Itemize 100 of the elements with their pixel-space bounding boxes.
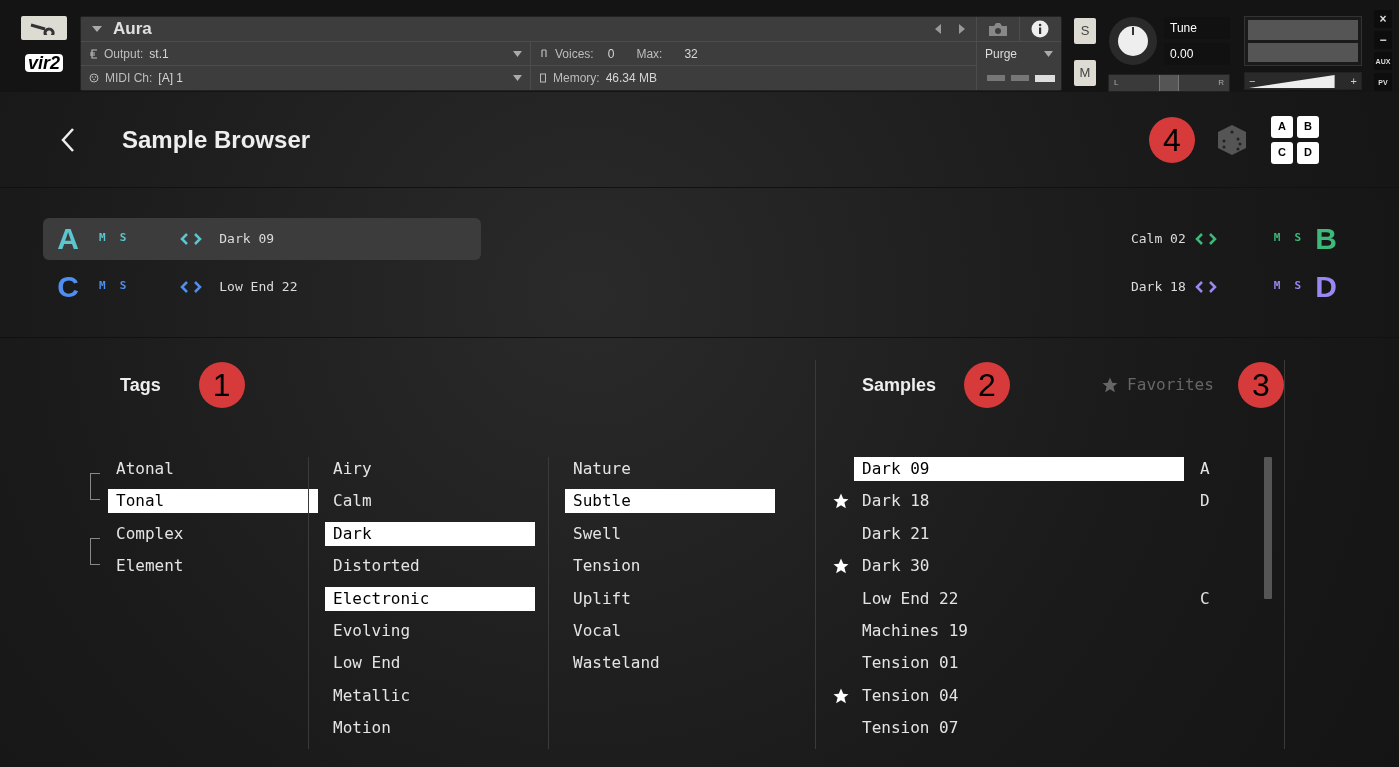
wrench-button[interactable] <box>21 16 67 40</box>
sample-item[interactable]: Tension 04 <box>854 683 1184 708</box>
sample-item[interactable]: Dark 30 <box>854 554 1184 579</box>
tag-item[interactable]: Electronic <box>325 586 535 611</box>
logo: vir2 <box>25 54 63 72</box>
previous-icon[interactable] <box>179 231 190 246</box>
slot-grid-button[interactable]: B <box>1297 115 1319 138</box>
pan-right-label: R <box>1218 77 1224 89</box>
output-value[interactable]: st.1 <box>149 44 169 63</box>
dropdown-caret-icon <box>1044 51 1053 57</box>
back-icon[interactable] <box>60 126 76 153</box>
slot-grid-button[interactable]: C <box>1271 141 1293 164</box>
sample-item[interactable]: Dark 21 <box>854 521 1184 546</box>
star-icon[interactable] <box>832 557 850 576</box>
next-icon[interactable] <box>958 24 966 34</box>
midi-port-icon <box>89 73 99 83</box>
max-value[interactable]: 32 <box>684 44 698 63</box>
dice-icon[interactable] <box>1215 122 1249 157</box>
tag-item[interactable]: Dark <box>325 521 535 546</box>
previous-icon[interactable] <box>1193 231 1204 246</box>
tag-item[interactable]: Calm <box>325 489 535 514</box>
tag-item[interactable]: Tension <box>565 554 775 579</box>
mute-button[interactable]: M <box>99 278 106 295</box>
slot-assignment: A <box>1200 458 1210 480</box>
window-button[interactable]: − <box>1374 31 1392 49</box>
tag-item[interactable]: Complex <box>108 521 318 546</box>
sample-item[interactable]: Tension 07 <box>854 716 1184 741</box>
slot-grid-button[interactable]: D <box>1297 141 1319 164</box>
memory-label: Memory: <box>553 70 600 87</box>
sample-item[interactable]: Tension 01 <box>854 651 1184 676</box>
info-icon[interactable] <box>1031 20 1050 38</box>
solo-button[interactable]: S <box>1074 18 1096 44</box>
slot-row[interactable]: C M S Low End 22 <box>43 265 481 308</box>
volume-plus[interactable]: + <box>1350 72 1357 90</box>
next-icon[interactable] <box>193 279 204 294</box>
collapse-caret-icon[interactable] <box>91 25 103 33</box>
voices-value: 0 <box>607 45 615 63</box>
solo-button[interactable]: S <box>119 230 127 247</box>
slot-row[interactable]: A M S Dark 09 <box>43 217 481 260</box>
next-icon[interactable] <box>1207 279 1218 294</box>
pan-handle[interactable] <box>1159 75 1179 91</box>
sample-name: Dark 18 <box>1130 277 1186 296</box>
tag-item[interactable]: Element <box>108 554 318 579</box>
tag-item[interactable]: Vocal <box>565 618 775 643</box>
sample-item[interactable]: Low End 22 <box>854 586 1184 611</box>
mute-button[interactable]: M <box>1074 60 1096 86</box>
midi-channel-value[interactable]: [A] 1 <box>158 69 184 87</box>
volume-slider[interactable]: − + <box>1244 72 1362 90</box>
sample-name: Dark 09 <box>219 229 275 248</box>
solo-button[interactable]: S <box>119 278 127 295</box>
slot-row[interactable]: Dark 18 M S D <box>1081 265 1351 308</box>
slot-row[interactable]: Calm 02 M S B <box>1081 217 1351 260</box>
slot-letter[interactable]: B <box>1315 223 1337 254</box>
voices-icon <box>539 48 549 59</box>
sample-item[interactable]: Dark 18 <box>854 489 1184 514</box>
voices-label: Voices: <box>555 45 594 63</box>
previous-icon[interactable] <box>179 279 190 294</box>
tag-item[interactable]: Motion <box>325 716 535 741</box>
tag-item[interactable]: Low End <box>325 651 535 676</box>
group-bracket <box>90 473 100 500</box>
sample-item[interactable]: Dark 09 <box>854 457 1184 481</box>
tag-item[interactable]: Uplift <box>565 586 775 611</box>
mute-button[interactable]: M <box>1273 278 1281 295</box>
slot-letter[interactable]: C <box>57 271 79 302</box>
tag-item[interactable]: Airy <box>325 457 535 481</box>
next-icon[interactable] <box>193 231 204 246</box>
indicator-light <box>987 75 1005 81</box>
tag-item[interactable]: Subtle <box>565 489 775 514</box>
dropdown-caret-icon[interactable] <box>513 50 522 57</box>
purge-dropdown[interactable]: Purge <box>985 45 1053 63</box>
slot-letter[interactable]: D <box>1315 271 1337 302</box>
slot-grid-button[interactable]: A <box>1271 115 1293 138</box>
tag-item[interactable]: Atonal <box>108 457 318 481</box>
tag-item[interactable]: Nature <box>565 457 775 481</box>
scrollbar[interactable] <box>1264 457 1272 599</box>
pan-slider[interactable]: L R <box>1108 74 1230 92</box>
slot-letter[interactable]: A <box>57 223 79 254</box>
mute-button[interactable]: M <box>99 230 106 247</box>
dropdown-caret-icon[interactable] <box>513 75 522 81</box>
previous-icon[interactable] <box>934 24 942 34</box>
tag-item[interactable]: Tonal <box>108 489 318 514</box>
tag-item[interactable]: Evolving <box>325 618 535 643</box>
previous-icon[interactable] <box>1193 279 1204 294</box>
window-button[interactable]: × <box>1374 10 1392 28</box>
section-title: Tags <box>120 373 161 397</box>
tag-item[interactable]: Swell <box>565 521 775 546</box>
sample-item[interactable]: Machines 19 <box>854 618 1184 643</box>
number-badge: 1 <box>198 362 245 408</box>
tag-item[interactable]: Metallic <box>325 683 535 708</box>
tune-knob[interactable] <box>1108 16 1158 66</box>
tag-item[interactable]: Wasteland <box>565 651 775 676</box>
next-icon[interactable] <box>1207 231 1218 246</box>
tag-item[interactable]: Distorted <box>325 554 535 579</box>
volume-minus[interactable]: − <box>1249 72 1256 90</box>
star-icon[interactable] <box>832 492 850 511</box>
max-label: Max: <box>636 45 663 63</box>
solo-button[interactable]: S <box>1294 278 1301 295</box>
camera-icon[interactable] <box>987 21 1008 37</box>
mute-button[interactable]: M <box>1273 230 1281 247</box>
solo-button[interactable]: S <box>1294 230 1301 247</box>
